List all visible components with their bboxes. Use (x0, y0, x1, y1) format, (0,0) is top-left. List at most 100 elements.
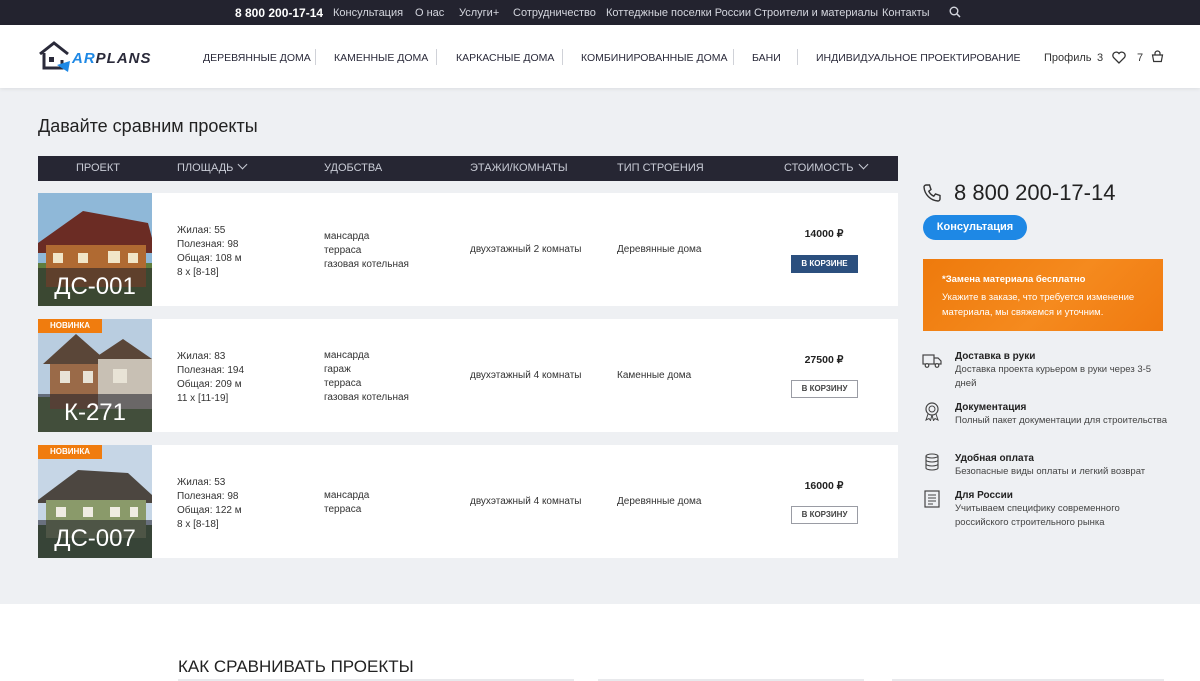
top-link-consultation[interactable]: Консультация (333, 7, 403, 19)
heart-icon[interactable] (1112, 51, 1126, 64)
project-code: ДС-001 (38, 268, 152, 306)
table-row: НОВИНКА К-271 Жилая: 83 Полезная: 194 Об… (38, 319, 898, 432)
promo-text: Укажите в заказе, что требуется изменени… (942, 292, 1135, 318)
nav-individual-design[interactable]: ИНДИВИДУАЛЬНОЕ ПРОЕКТИРОВАНИЕ (816, 52, 1021, 64)
top-link-contacts[interactable]: Контакты (882, 7, 930, 19)
floors-rooms: двухэтажный 4 комнаты (470, 496, 582, 507)
page-title: Давайте сравним проекты (38, 116, 258, 136)
compare-table-header: ПРОЕКТ ПЛОЩАДЬ УДОБСТВА ЭТАЖИ/КОМНАТЫ ТИ… (38, 156, 898, 181)
logo-house-icon[interactable] (37, 39, 71, 73)
project-code: К-271 (38, 394, 152, 432)
amenity-item: мансарда (324, 231, 370, 242)
col-floors-rooms: ЭТАЖИ/КОМНАТЫ (470, 162, 568, 174)
chevron-down-icon (858, 159, 868, 170)
in-cart-button[interactable]: В КОРЗИНЕ (791, 255, 858, 273)
feature-text: Безопасные виды оплаты и легкий возврат (955, 466, 1146, 477)
area-info: Жилая: 55 Полезная: 98 Общая: 108 м 8 х … (177, 224, 242, 280)
how-to-compare-section: КАК СРАВНИВАТЬ ПРОЕКТЫ (0, 604, 1200, 681)
price: 27500 ₽ (804, 354, 844, 366)
feature-text: Полный пакет документации для строительс… (955, 415, 1168, 426)
nav-saunas[interactable]: БАНИ (752, 52, 781, 64)
new-badge: НОВИНКА (38, 319, 102, 333)
document-icon (924, 490, 940, 508)
section-title: КАК СРАВНИВАТЬ ПРОЕКТЫ (178, 657, 414, 676)
feature-text: Учитываем специфику современного российс… (955, 503, 1120, 528)
nav-divider (733, 49, 734, 65)
amenity-item: газовая котельная (324, 259, 409, 270)
area-total: Общая: 209 м (177, 379, 242, 390)
price: 14000 ₽ (804, 228, 844, 240)
logo-prefix: AR (72, 50, 96, 67)
top-link-about[interactable]: О нас (415, 7, 444, 19)
consultation-button[interactable]: Консультация (923, 215, 1027, 240)
top-link-cooperation[interactable]: Сотрудничество (513, 7, 596, 19)
nav-wooden-houses[interactable]: ДЕРЕВЯННЫЕ ДОМА (203, 52, 311, 64)
chevron-down-icon (237, 159, 248, 170)
col-price-sort[interactable]: СТОИМОСТЬ (784, 159, 868, 174)
profile-link[interactable]: Профиль (1044, 52, 1092, 64)
add-to-cart-button[interactable]: В КОРЗИНУ (791, 506, 858, 524)
area-living: Жилая: 83 (177, 351, 226, 362)
top-link-builders[interactable]: Строители и материалы (754, 7, 878, 19)
table-row: ДС-001 Жилая: 55 Полезная: 98 Общая: 108… (38, 193, 898, 306)
amenity-item: мансарда (324, 490, 370, 501)
project-thumbnail[interactable]: НОВИНКА ДС-007 (38, 445, 152, 558)
area-info: Жилая: 83 Полезная: 194 Общая: 209 м 11 … (177, 350, 244, 406)
nav-divider (315, 49, 316, 65)
main-header: ARPLANS ДЕРЕВЯННЫЕ ДОМА КАМЕННЫЕ ДОМА КА… (0, 25, 1200, 88)
feature-title: Доставка в руки (955, 351, 1036, 362)
area-useful: Полезная: 98 (177, 491, 239, 502)
top-phone-link[interactable]: 8 800 200-17-14 (235, 6, 323, 20)
col-project: ПРОЕКТ (76, 162, 121, 174)
project-code: ДС-007 (38, 520, 152, 558)
feature-russia: Для России Учитываем специфику современн… (955, 490, 1170, 530)
col-price-label: СТОИМОСТЬ (784, 162, 854, 174)
promo-title: *Замена материала бесплатно (942, 274, 1086, 285)
amenity-item: гараж (324, 364, 351, 375)
amenity-item: газовая котельная (324, 392, 409, 403)
area-total: Общая: 108 м (177, 253, 242, 264)
project-thumbnail[interactable]: ДС-001 (38, 193, 152, 306)
area-dimensions: 11 х [11-19] (177, 393, 229, 404)
favorites-count: 3 (1097, 52, 1104, 64)
col-area-label: ПЛОЩАДЬ (177, 162, 234, 174)
area-living: Жилая: 55 (177, 225, 226, 236)
phone-icon (923, 184, 941, 202)
area-dimensions: 8 х [8-18] (177, 267, 219, 278)
area-useful: Полезная: 194 (177, 365, 245, 376)
nav-divider (562, 49, 563, 65)
floors-rooms: двухэтажный 4 комнаты (470, 370, 582, 381)
feature-text: Доставка проекта курьером в руки через 3… (955, 364, 1152, 389)
amenities-list: мансарда гараж терраса газовая котельная (324, 349, 409, 405)
area-dimensions: 8 х [8-18] (177, 519, 219, 530)
nav-divider (436, 49, 437, 65)
area-info: Жилая: 53 Полезная: 98 Общая: 122 м 8 х … (177, 476, 242, 532)
search-icon[interactable] (949, 6, 961, 18)
sidebar-phone[interactable]: 8 800 200-17-14 (954, 180, 1115, 206)
logo-suffix: PLANS (95, 50, 152, 67)
amenities-list: мансарда терраса газовая котельная (324, 230, 409, 272)
area-total: Общая: 122 м (177, 505, 242, 516)
building-type: Деревянные дома (617, 496, 702, 507)
price: 16000 ₽ (804, 480, 844, 492)
add-to-cart-button[interactable]: В КОРЗИНУ (791, 380, 858, 398)
nav-combined-houses[interactable]: КОМБИНИРОВАННЫЕ ДОМА (581, 52, 728, 64)
col-area-sort[interactable]: ПЛОЩАДЬ (177, 159, 248, 174)
top-link-villages[interactable]: Коттеджные поселки России (606, 7, 751, 19)
project-thumbnail[interactable]: НОВИНКА К-271 (38, 319, 152, 432)
logo-text[interactable]: ARPLANS (72, 50, 152, 67)
col-building-type: ТИП СТРОЕНИЯ (617, 162, 704, 174)
new-badge: НОВИНКА (38, 445, 102, 459)
nav-stone-houses[interactable]: КАМЕННЫЕ ДОМА (334, 52, 428, 64)
amenity-item: терраса (324, 504, 362, 515)
building-type: Деревянные дома (617, 244, 702, 255)
top-link-services[interactable]: Услуги+ (459, 7, 499, 19)
cart-icon[interactable] (1151, 50, 1164, 63)
amenities-list: мансарда терраса (324, 489, 369, 517)
floors-rooms: двухэтажный 2 комнаты (470, 244, 582, 255)
coins-icon (925, 453, 939, 471)
feature-documentation: Документация Полный пакет документации д… (955, 402, 1170, 428)
promo-banner: *Замена материала бесплатно Укажите в за… (923, 259, 1163, 331)
feature-title: Документация (955, 402, 1027, 413)
nav-frame-houses[interactable]: КАРКАСНЫЕ ДОМА (456, 52, 554, 64)
